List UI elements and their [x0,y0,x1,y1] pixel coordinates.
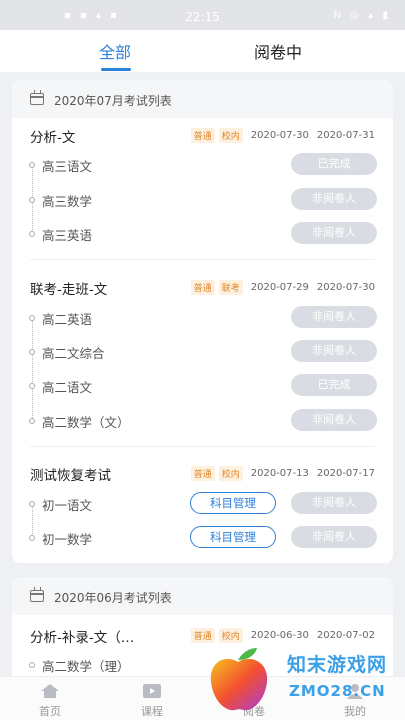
timeline-dot [29,231,35,237]
nav-courses[interactable]: 课程 [122,677,182,720]
tab-grading[interactable]: 阅卷中 [254,39,302,63]
subject-manage-button[interactable]: 科目管理 [190,492,276,514]
subject-row: 高三数学 非阅卷人 [12,188,393,212]
exam-type-badge: 普通 [190,128,215,143]
nav-label: 首页 [39,705,61,718]
status-pill: 非阅卷人 [291,340,377,362]
status-pill: 非阅卷人 [291,306,377,328]
subject-row: 高二英语 非阅卷人 [12,306,393,330]
watermark-domain: ZMO28.CN [289,682,386,700]
timeline-dot [29,535,35,541]
watermark-title: 知末游戏网 [287,654,388,676]
divider [30,446,375,447]
section-header-july: 2020年07月考试列表 [12,80,393,118]
home-icon [41,684,59,698]
timeline-dot [29,349,35,355]
subject-name: 初一语文 [42,498,93,513]
subject-name: 高三英语 [42,228,93,243]
status-pill: 非阅卷人 [291,526,377,548]
exam-start-date: 2020-07-29 [250,282,309,293]
exam-type-badge: 普通 [190,280,215,295]
subject-name: 高二文综合 [42,346,105,361]
nav-label: 课程 [141,705,163,718]
exam-meta: 普通 校内 2020-07-30 2020-07-31 [190,128,375,143]
status-pill: 非阅卷人 [291,222,377,244]
subject-row: 初一语文 科目管理 非阅卷人 [12,492,393,516]
watermark: 知末游戏网 ZMO28.CN [205,636,405,720]
status-pill: 非阅卷人 [291,492,377,514]
exam-title: 测试恢复考试 [30,468,111,484]
top-tabs: 全部 阅卷中 [0,30,405,72]
status-pill: 已完成 [291,374,377,396]
subject-name: 高三语文 [42,159,93,174]
exam-end-date: 2020-07-17 [316,468,375,479]
active-tab-indicator [101,68,131,71]
exam-start-date: 2020-07-13 [250,468,309,479]
subject-row: 高三语文 已完成 [12,153,393,177]
timeline-line [32,318,33,422]
exam-end-date: 2020-07-31 [316,130,375,141]
exam-title: 联考-走班-文 [30,282,108,298]
exam-title: 分析-补录-文（… [30,630,135,646]
subject-row: 高二文综合 非阅卷人 [12,340,393,364]
subject-name: 高二英语 [42,312,93,327]
exam-end-date: 2020-07-30 [316,282,375,293]
exam-start-date: 2020-07-30 [250,130,309,141]
apple-logo-icon [210,648,268,711]
subject-row: 高二数学（文） 非阅卷人 [12,409,393,433]
exam-meta: 普通 联考 2020-07-29 2020-07-30 [190,280,375,295]
video-icon [143,684,161,698]
exam-list-card-july: 分析-文 普通 校内 2020-07-30 2020-07-31 高三语文 已完… [12,118,393,563]
exam-title: 分析-文 [30,130,76,146]
tab-all[interactable]: 全部 [99,39,131,63]
section-header-june: 2020年06月考试列表 [12,577,393,615]
calendar-icon [30,90,44,105]
timeline-dot [29,315,35,321]
subject-row: 初一数学 科目管理 非阅卷人 [12,526,393,550]
subject-row: 高二语文 已完成 [12,374,393,398]
timeline-dot [29,501,35,507]
status-bar: ▪ ▪ ▴ ▪ 22:15 N ◎ ▴ ▮ [0,0,405,30]
exam-scope-badge: 校内 [218,466,243,481]
timeline-dot [29,383,35,389]
section-title: 2020年07月考试列表 [54,94,172,108]
timeline-dot [29,162,35,168]
timeline-dot [29,662,35,668]
subject-name: 高二数学（理） [42,659,130,674]
status-pill: 已完成 [291,153,377,175]
exam-scope-badge: 联考 [218,280,243,295]
exam-meta: 普通 校内 2020-07-13 2020-07-17 [190,466,375,481]
divider [30,259,375,260]
subject-name: 初一数学 [42,532,93,547]
status-pill: 非阅卷人 [291,409,377,431]
subject-manage-button[interactable]: 科目管理 [190,526,276,548]
timeline-dot [29,418,35,424]
status-pill: 非阅卷人 [291,188,377,210]
status-right-icons: N ◎ ▴ ▮ [333,10,391,21]
subject-name: 高二语文 [42,380,93,395]
subject-name: 高二数学（文） [42,415,130,430]
timeline-dot [29,197,35,203]
exam-scope-badge: 校内 [218,128,243,143]
nav-home[interactable]: 首页 [20,677,80,720]
calendar-icon [30,587,44,602]
subject-name: 高三数学 [42,194,93,209]
exam-type-badge: 普通 [190,466,215,481]
section-title: 2020年06月考试列表 [54,591,172,605]
subject-row: 高三英语 非阅卷人 [12,222,393,246]
